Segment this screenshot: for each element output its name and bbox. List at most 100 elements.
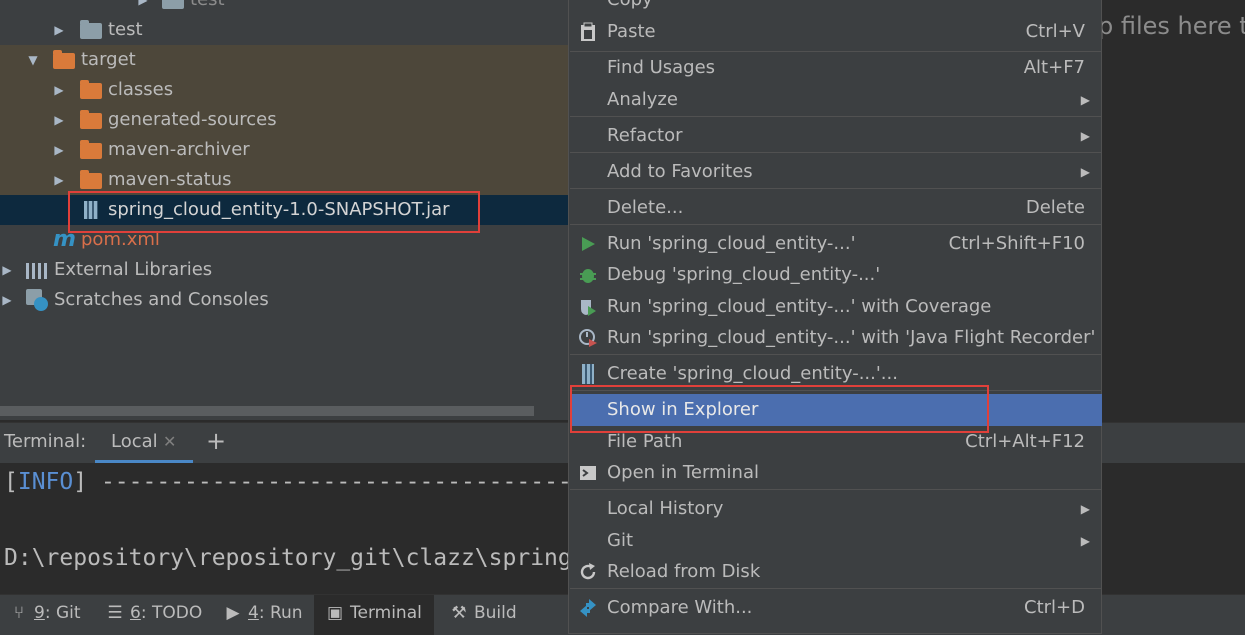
run-tool-tab[interactable]: ▶ 4: Run (224, 595, 303, 635)
horizontal-scrollbar[interactable] (0, 406, 534, 416)
folder-icon (80, 140, 102, 159)
terminal-tool-tab[interactable]: ▣ Terminal (314, 595, 434, 635)
folder-icon (80, 170, 102, 189)
tree-item-test-partial[interactable]: ▶ test (0, 0, 568, 15)
paste-icon (581, 22, 595, 41)
expand-arrow-icon[interactable]: ▶ (52, 105, 66, 135)
menu-item-paste[interactable]: Paste Ctrl+V (570, 16, 1102, 48)
collapse-arrow-icon[interactable]: ▼ (26, 45, 40, 75)
tab-label: Terminal (350, 603, 422, 623)
menu-item-reload-from-disk[interactable]: Reload from Disk (570, 556, 1102, 588)
submenu-arrow-icon: ▶ (1080, 534, 1090, 548)
menu-item-label: Copy (607, 0, 653, 16)
play-icon: ▶ (226, 603, 240, 623)
menu-item-git[interactable]: Git ▶ (570, 525, 1102, 557)
submenu-arrow-icon: ▶ (1080, 129, 1090, 143)
menu-item-debug[interactable]: Debug 'spring_cloud_entity-...' (570, 259, 1102, 291)
menu-item-label: Add to Favorites (607, 161, 753, 182)
menu-item-run-with-jfr[interactable]: Run 'spring_cloud_entity-...' with 'Java… (570, 322, 1102, 354)
tab-label: : Run (258, 603, 303, 623)
expand-arrow-icon[interactable]: ▶ (52, 165, 66, 195)
menu-item-run-with-coverage[interactable]: Run 'spring_cloud_entity-...' with Cover… (570, 291, 1102, 323)
tree-item-scratches[interactable]: ▶ Scratches and Consoles (0, 285, 568, 315)
expand-arrow-icon[interactable]: ▶ (0, 255, 14, 285)
expand-arrow-icon[interactable]: ▶ (0, 285, 14, 315)
menu-item-refactor[interactable]: Refactor ▶ (570, 120, 1102, 152)
menu-item-shortcut: Ctrl+Shift+F10 (948, 233, 1085, 254)
tree-item-label: target (81, 49, 136, 70)
tab-label: Build (474, 603, 517, 623)
menu-item-delete[interactable]: Delete... Delete (570, 192, 1102, 224)
git-branch-icon: ⑂ (13, 603, 25, 623)
submenu-arrow-icon: ▶ (1080, 502, 1090, 516)
editor-area: p files here to (1098, 0, 1245, 420)
menu-item-compare-with[interactable]: Compare With... Ctrl+D (570, 592, 1102, 624)
terminal-line: D:\repository\repository_git\clazz\sprin… (4, 545, 586, 571)
expand-arrow-icon[interactable]: ▶ (52, 135, 66, 165)
menu-item-label: Run 'spring_cloud_entity-...' (607, 233, 856, 254)
tab-label: : TODO (140, 603, 203, 623)
close-icon[interactable]: ✕ (163, 432, 176, 451)
folder-icon (80, 20, 102, 39)
tree-item-label: Scratches and Consoles (54, 289, 269, 310)
menu-item-shortcut: Delete (1025, 197, 1085, 218)
terminal-label: Terminal: (4, 431, 87, 452)
tree-item-external-libraries[interactable]: ▶ External Libraries (0, 255, 568, 285)
folder-icon (80, 80, 102, 99)
coverage-shield-icon (581, 300, 596, 316)
library-icon (26, 263, 50, 279)
todo-tool-tab[interactable]: ☰ 6: TODO (106, 595, 202, 635)
terminal-icon (580, 466, 596, 480)
terminal-icon: ▣ (326, 603, 344, 623)
menu-item-local-history[interactable]: Local History ▶ (570, 493, 1102, 525)
menu-item-label: Open in Terminal (607, 462, 759, 483)
tab-key: 9 (34, 603, 45, 623)
tree-item-label: External Libraries (54, 259, 213, 280)
jar-file-icon (582, 364, 594, 384)
menu-item-label: Local History (607, 498, 724, 519)
terminal-tab-label: Local (111, 431, 158, 452)
tree-item-label: classes (108, 79, 174, 100)
menu-item-label: Run 'spring_cloud_entity-...' with 'Java… (607, 327, 1096, 348)
menu-item-copy[interactable]: Copy (570, 0, 1102, 16)
submenu-arrow-icon: ▶ (1080, 93, 1090, 107)
tree-item-label: test (108, 19, 143, 40)
menu-item-label: Debug 'spring_cloud_entity-...' (607, 264, 881, 285)
menu-separator (570, 152, 1102, 153)
menu-item-find-usages[interactable]: Find Usages Alt+F7 (570, 52, 1102, 84)
tree-item-generated-sources[interactable]: ▶ generated-sources (0, 105, 568, 135)
tree-item-classes[interactable]: ▶ classes (0, 75, 568, 105)
menu-separator (570, 588, 1102, 589)
drop-files-hint: p files here to (1098, 12, 1245, 40)
menu-separator (570, 354, 1102, 355)
expand-arrow-icon[interactable]: ▶ (52, 75, 66, 105)
menu-item-open-in-terminal[interactable]: Open in Terminal (570, 457, 1102, 489)
project-tree: ▶ test ▶ test ▼ target ▶ classes ▶ gener… (0, 0, 568, 420)
scratches-icon (26, 289, 48, 311)
tree-item-label: test (190, 0, 225, 15)
new-terminal-plus-icon[interactable]: + (206, 427, 226, 455)
expand-arrow-icon[interactable]: ▶ (52, 15, 66, 45)
expand-arrow-icon[interactable]: ▶ (136, 0, 150, 15)
menu-item-analyze[interactable]: Analyze ▶ (570, 84, 1102, 116)
menu-item-label: Run 'spring_cloud_entity-...' with Cover… (607, 296, 992, 317)
hammer-icon: ⚒ (451, 603, 467, 623)
list-icon: ☰ (107, 603, 123, 623)
menu-separator (570, 188, 1102, 189)
tree-item-target[interactable]: ▼ target (0, 45, 568, 75)
menu-item-label: Git (607, 530, 634, 551)
folder-icon (80, 110, 102, 129)
show-in-explorer-highlight-box (570, 385, 989, 433)
menu-item-label: Compare With... (607, 597, 753, 618)
build-tool-tab[interactable]: ⚒ Build (450, 595, 517, 635)
tree-item-label: generated-sources (108, 109, 277, 130)
tree-item-maven-archiver[interactable]: ▶ maven-archiver (0, 135, 568, 165)
git-tool-tab[interactable]: ⑂ 9: Git (10, 595, 81, 635)
menu-item-run[interactable]: Run 'spring_cloud_entity-...' Ctrl+Shift+… (570, 228, 1102, 260)
debug-bug-icon (580, 269, 596, 283)
tree-item-test[interactable]: ▶ test (0, 15, 568, 45)
jar-highlight-box (68, 191, 480, 233)
reload-icon (580, 563, 596, 580)
terminal-tab-local[interactable]: Local ✕ (95, 423, 193, 463)
menu-item-add-to-favorites[interactable]: Add to Favorites ▶ (570, 156, 1102, 188)
